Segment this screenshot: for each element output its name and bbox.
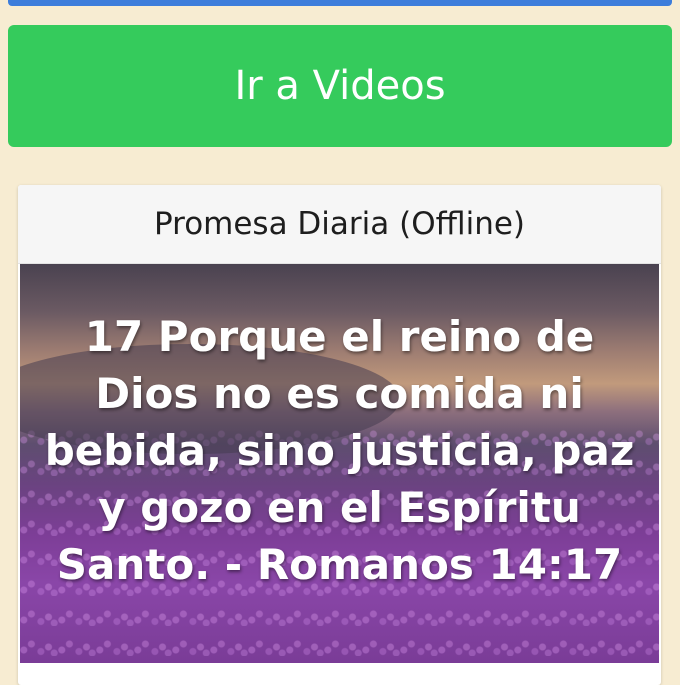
verse-text: 17 Porque el reino de Dios no es comida … [44, 312, 635, 589]
top-button-edge[interactable] [8, 0, 672, 6]
card-title: Promesa Diaria (Offline) [18, 185, 661, 264]
daily-promise-card: Promesa Diaria (Offline) 17 Porque el re… [18, 185, 661, 685]
go-to-videos-button[interactable]: Ir a Videos [8, 25, 672, 147]
verse-image: 17 Porque el reino de Dios no es comida … [20, 264, 659, 663]
